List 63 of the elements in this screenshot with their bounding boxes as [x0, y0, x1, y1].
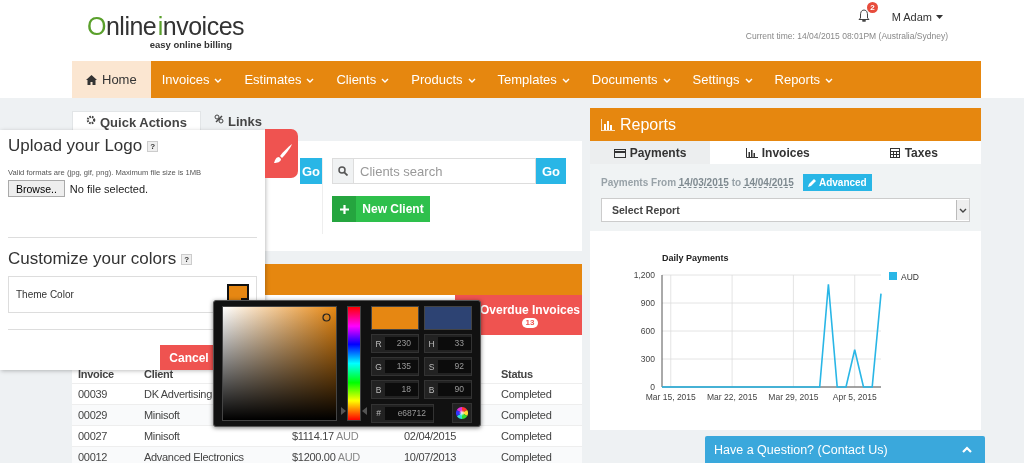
chevron-down-icon: [959, 207, 967, 213]
table-cell: Advanced Electronics: [138, 446, 286, 463]
section-title: Customize your colors: [8, 249, 177, 269]
date-range-text: Payments From 14/03/2015 to 14/04/2015: [601, 177, 794, 188]
bell-icon[interactable]: [857, 9, 870, 22]
logo-tagline: easy online billing: [149, 39, 233, 50]
pencil-icon: [807, 178, 816, 187]
help-icon[interactable]: ?: [181, 253, 193, 265]
calculator-icon: [888, 147, 901, 158]
circle-icon[interactable]: [321, 313, 331, 323]
file-status: No file selected.: [69, 182, 149, 195]
table-cell: 00029: [72, 404, 138, 426]
axis-tick-label: 600: [640, 326, 655, 336]
home-icon: [86, 74, 97, 85]
axis-tick-label: Mar 15, 2015: [645, 392, 696, 402]
table-cell: 10/07/2013: [398, 446, 495, 463]
caret-icon: [936, 15, 943, 19]
previous-color-swatch[interactable]: [424, 306, 472, 330]
logo-text[interactable]: Onlineinvoices: [87, 13, 245, 39]
chart-title: Daily Payments: [662, 253, 729, 263]
axis-tick-label: 900: [640, 298, 655, 308]
nav-item[interactable]: Home: [72, 61, 151, 98]
color-wheel-icon[interactable]: [456, 407, 468, 419]
notification-badge: 2: [867, 2, 878, 13]
axis-tick-label: Apr 5, 2015: [832, 392, 877, 402]
legend-label: AUD: [901, 272, 919, 282]
hue-slider[interactable]: [341, 306, 367, 421]
search-icon: [338, 166, 348, 176]
axis-tick-label: 300: [640, 354, 655, 364]
hex-field[interactable]: # e68712: [371, 403, 434, 423]
plus-icon: [339, 204, 349, 214]
axis-tick-label: Mar 22, 2015: [707, 392, 758, 402]
number-field[interactable]: H 33: [424, 334, 472, 353]
number-field[interactable]: B 90: [424, 380, 472, 399]
column-header: Status: [495, 364, 582, 384]
table-cell: $1200.00 AUD: [286, 446, 398, 463]
bar-chart-icon: [745, 147, 758, 158]
table-cell: 00012: [72, 446, 138, 463]
gear-icon: [86, 115, 96, 125]
slider-thumb[interactable]: [341, 406, 367, 415]
axis-tick-label: 1,200: [633, 270, 655, 280]
customize-tab[interactable]: [265, 129, 298, 178]
axis-tick-label: Mar 29, 2015: [768, 392, 819, 402]
tab[interactable]: Payments: [590, 141, 710, 164]
number-field[interactable]: S 92: [424, 357, 472, 376]
user-menu[interactable]: M Adam: [891, 11, 943, 23]
table-cell: Completed: [495, 404, 582, 426]
browse-button[interactable]: Browse..: [8, 180, 65, 197]
panel-header: Reports: [590, 108, 981, 141]
column-header: Invoice: [72, 364, 138, 384]
table-cell: Completed: [495, 446, 582, 463]
chevron-up-icon[interactable]: [962, 446, 972, 453]
report-select[interactable]: Select Report: [601, 198, 970, 222]
number-field[interactable]: B 18: [371, 380, 419, 399]
number-field[interactable]: G 135: [371, 357, 419, 376]
card-icon: [613, 147, 626, 158]
bar-chart-icon: [601, 118, 615, 131]
tab[interactable]: Links: [200, 111, 275, 141]
number-field[interactable]: R 230: [371, 334, 419, 353]
current-time: Current time: 14/04/2015 08:01PM (Australia/Sydney): [745, 31, 948, 41]
axis-tick-label: 0: [650, 382, 655, 392]
help-icon[interactable]: ?: [147, 140, 159, 152]
saturation-area[interactable]: [222, 306, 337, 421]
